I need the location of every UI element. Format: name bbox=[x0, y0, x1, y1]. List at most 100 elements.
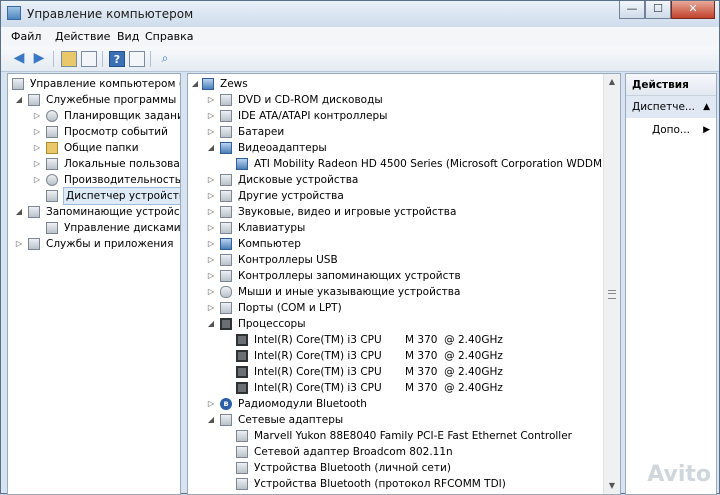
back-arrow-icon[interactable]: ◀ bbox=[11, 51, 27, 67]
collapse-icon[interactable]: ◢ bbox=[206, 316, 216, 332]
tree-item-task-scheduler[interactable]: ▷ Планировщик заданий bbox=[8, 108, 180, 124]
help-icon[interactable]: ? bbox=[109, 51, 125, 67]
device-category[interactable]: ◢ Видеоадаптеры bbox=[188, 140, 588, 156]
device-category[interactable]: ▷ Звуковые, видео и игровые устройства bbox=[188, 204, 588, 220]
minimize-button[interactable]: — bbox=[619, 1, 645, 19]
tree-item-device-manager[interactable]: Диспетчер устройств bbox=[8, 187, 180, 205]
expand-icon[interactable]: ▷ bbox=[32, 156, 42, 172]
device-item[interactable]: Intel(R) Core(TM) i3 CPU M 370 @ 2.40GHz bbox=[188, 332, 588, 348]
menu-action[interactable]: Действие bbox=[55, 30, 110, 43]
actions-section-device-manager[interactable]: Диспетче... ▲ bbox=[626, 96, 716, 118]
device-category[interactable]: ▷ Батареи bbox=[188, 124, 588, 140]
collapse-arrow-icon[interactable]: ▲ bbox=[703, 96, 710, 118]
scroll-down-icon[interactable]: ▼ bbox=[604, 478, 620, 494]
maximize-button[interactable]: ☐ bbox=[645, 1, 671, 19]
expand-icon[interactable]: ▷ bbox=[206, 220, 216, 236]
battery-icon bbox=[220, 126, 232, 138]
device-category[interactable]: ▷ Компьютер bbox=[188, 236, 588, 252]
expand-icon[interactable]: ▷ bbox=[206, 108, 216, 124]
vertical-scrollbar[interactable]: ▲ ▼ bbox=[603, 74, 620, 494]
forward-arrow-icon[interactable]: ▶ bbox=[31, 51, 47, 67]
menu-help[interactable]: Справка bbox=[145, 30, 193, 43]
expand-icon[interactable]: ▷ bbox=[206, 236, 216, 252]
expand-icon[interactable]: ▷ bbox=[206, 300, 216, 316]
device-category[interactable]: ▷ IDE ATA/ATAPI контроллеры bbox=[188, 108, 588, 124]
tree-item-storage[interactable]: ◢ Запоминающие устройст bbox=[8, 204, 180, 220]
device-root[interactable]: ◢ Zews bbox=[188, 76, 588, 92]
tree-item-event-viewer[interactable]: ▷ Просмотр событий bbox=[8, 124, 180, 140]
device-category[interactable]: ▷ Порты (COM и LPT) bbox=[188, 300, 588, 316]
device-manager-icon bbox=[46, 190, 58, 202]
expand-icon[interactable]: ▷ bbox=[14, 236, 24, 252]
device-category[interactable]: ▷ Клавиатуры bbox=[188, 220, 588, 236]
device-label: Батареи bbox=[238, 126, 285, 138]
computer-management-window: Управление компьютером — ☐ ✕ Файл Действ… bbox=[0, 0, 720, 495]
tree-item-shared-folders[interactable]: ▷ Общие папки bbox=[8, 140, 180, 156]
collapse-icon[interactable]: ◢ bbox=[14, 204, 24, 220]
display-adapter-icon bbox=[236, 158, 248, 170]
submenu-arrow-icon: ▶ bbox=[703, 125, 710, 135]
menu-file[interactable]: Файл bbox=[11, 30, 41, 43]
tree-item-services-apps[interactable]: ▷ Службы и приложения bbox=[8, 236, 180, 252]
storage-controller-icon bbox=[220, 270, 232, 282]
device-item[interactable]: Устройства Bluetooth (личной сети) bbox=[188, 460, 588, 476]
expand-icon[interactable]: ▷ bbox=[206, 204, 216, 220]
device-category[interactable]: ▷ Дисковые устройства bbox=[188, 172, 588, 188]
expand-icon[interactable]: ▷ bbox=[206, 92, 216, 108]
scroll-up-icon[interactable]: ▲ bbox=[604, 74, 620, 90]
device-item[interactable]: Intel(R) Core(TM) i3 CPU M 370 @ 2.40GHz bbox=[188, 348, 588, 364]
properties-icon[interactable] bbox=[129, 51, 145, 67]
collapse-icon[interactable]: ◢ bbox=[14, 92, 24, 108]
tree-item-disk-management[interactable]: Управление дисками bbox=[8, 220, 180, 236]
expand-icon[interactable]: ▷ bbox=[206, 268, 216, 284]
actions-more[interactable]: Допо... ▶ bbox=[626, 120, 716, 140]
up-folder-icon[interactable] bbox=[61, 51, 77, 67]
device-item[interactable]: Сетевой адаптер Broadcom 802.11n bbox=[188, 444, 588, 460]
display-adapter-icon bbox=[220, 142, 232, 154]
device-root-label: Zews bbox=[220, 78, 248, 90]
expand-icon[interactable]: ▷ bbox=[206, 124, 216, 140]
collapse-icon[interactable]: ◢ bbox=[206, 412, 216, 428]
device-tree-pane: ◢ Zews ▷ DVD и CD-ROM дисководы ▷ IDE ATA/… bbox=[187, 73, 621, 495]
network-adapter-icon bbox=[236, 462, 248, 474]
menu-view[interactable]: Вид bbox=[117, 30, 139, 43]
device-category[interactable]: ▷ ʙ Радиомодули Bluetooth bbox=[188, 396, 588, 412]
expand-icon[interactable]: ▷ bbox=[32, 108, 42, 124]
toolbar-separator bbox=[53, 51, 54, 67]
device-category[interactable]: ▷ DVD и CD-ROM дисководы bbox=[188, 92, 588, 108]
expand-icon[interactable]: ▷ bbox=[32, 124, 42, 140]
device-category[interactable]: ▷ Мыши и иные указывающие устройства bbox=[188, 284, 588, 300]
network-adapter-icon bbox=[236, 446, 248, 458]
expand-icon[interactable]: ▷ bbox=[32, 172, 42, 188]
device-item[interactable]: Устройства Bluetooth (протокол RFCOMM TD… bbox=[188, 476, 588, 492]
tree-item-performance[interactable]: ▷ Производительность bbox=[8, 172, 180, 188]
scrollbar-grip[interactable] bbox=[608, 290, 616, 299]
tree-item-local-users[interactable]: ▷ Локальные пользовате bbox=[8, 156, 180, 172]
device-item[interactable]: Intel(R) Core(TM) i3 CPU M 370 @ 2.40GHz bbox=[188, 380, 588, 396]
tree-item-system-tools[interactable]: ◢ Служебные программы bbox=[8, 92, 180, 108]
collapse-icon[interactable]: ◢ bbox=[190, 76, 200, 92]
expand-icon[interactable]: ▷ bbox=[32, 140, 42, 156]
device-item[interactable]: ATI Mobility Radeon HD 4500 Series (Micr… bbox=[188, 156, 620, 172]
expand-icon[interactable]: ▷ bbox=[206, 284, 216, 300]
show-hide-tree-icon[interactable] bbox=[81, 51, 97, 67]
device-category[interactable]: ◢ Сетевые адаптеры bbox=[188, 412, 588, 428]
close-button[interactable]: ✕ bbox=[671, 1, 715, 19]
device-label: Marvell Yukon 88E8040 Family PCI-E Fast … bbox=[254, 430, 572, 442]
device-item[interactable]: Intel(R) Core(TM) i3 CPU M 370 @ 2.40GHz bbox=[188, 364, 588, 380]
scan-hardware-icon[interactable]: ⌕ bbox=[157, 51, 173, 67]
clock-icon bbox=[46, 110, 58, 122]
device-category[interactable]: ◢ Процессоры bbox=[188, 316, 588, 332]
expand-icon[interactable]: ▷ bbox=[206, 396, 216, 412]
expand-icon[interactable]: ▷ bbox=[206, 188, 216, 204]
expand-icon[interactable]: ▷ bbox=[206, 172, 216, 188]
device-category[interactable]: ▷ Другие устройства bbox=[188, 188, 588, 204]
services-icon bbox=[28, 238, 40, 250]
expand-icon[interactable]: ▷ bbox=[206, 252, 216, 268]
tree-item-label: Служебные программы bbox=[46, 94, 177, 106]
device-category[interactable]: ▷ Контроллеры запоминающих устройств bbox=[188, 268, 588, 284]
device-item[interactable]: Marvell Yukon 88E8040 Family PCI-E Fast … bbox=[188, 428, 608, 444]
device-category[interactable]: ▷ Контроллеры USB bbox=[188, 252, 588, 268]
tree-item-computer-management[interactable]: Управление компьютером (л bbox=[8, 76, 180, 92]
collapse-icon[interactable]: ◢ bbox=[206, 140, 216, 156]
